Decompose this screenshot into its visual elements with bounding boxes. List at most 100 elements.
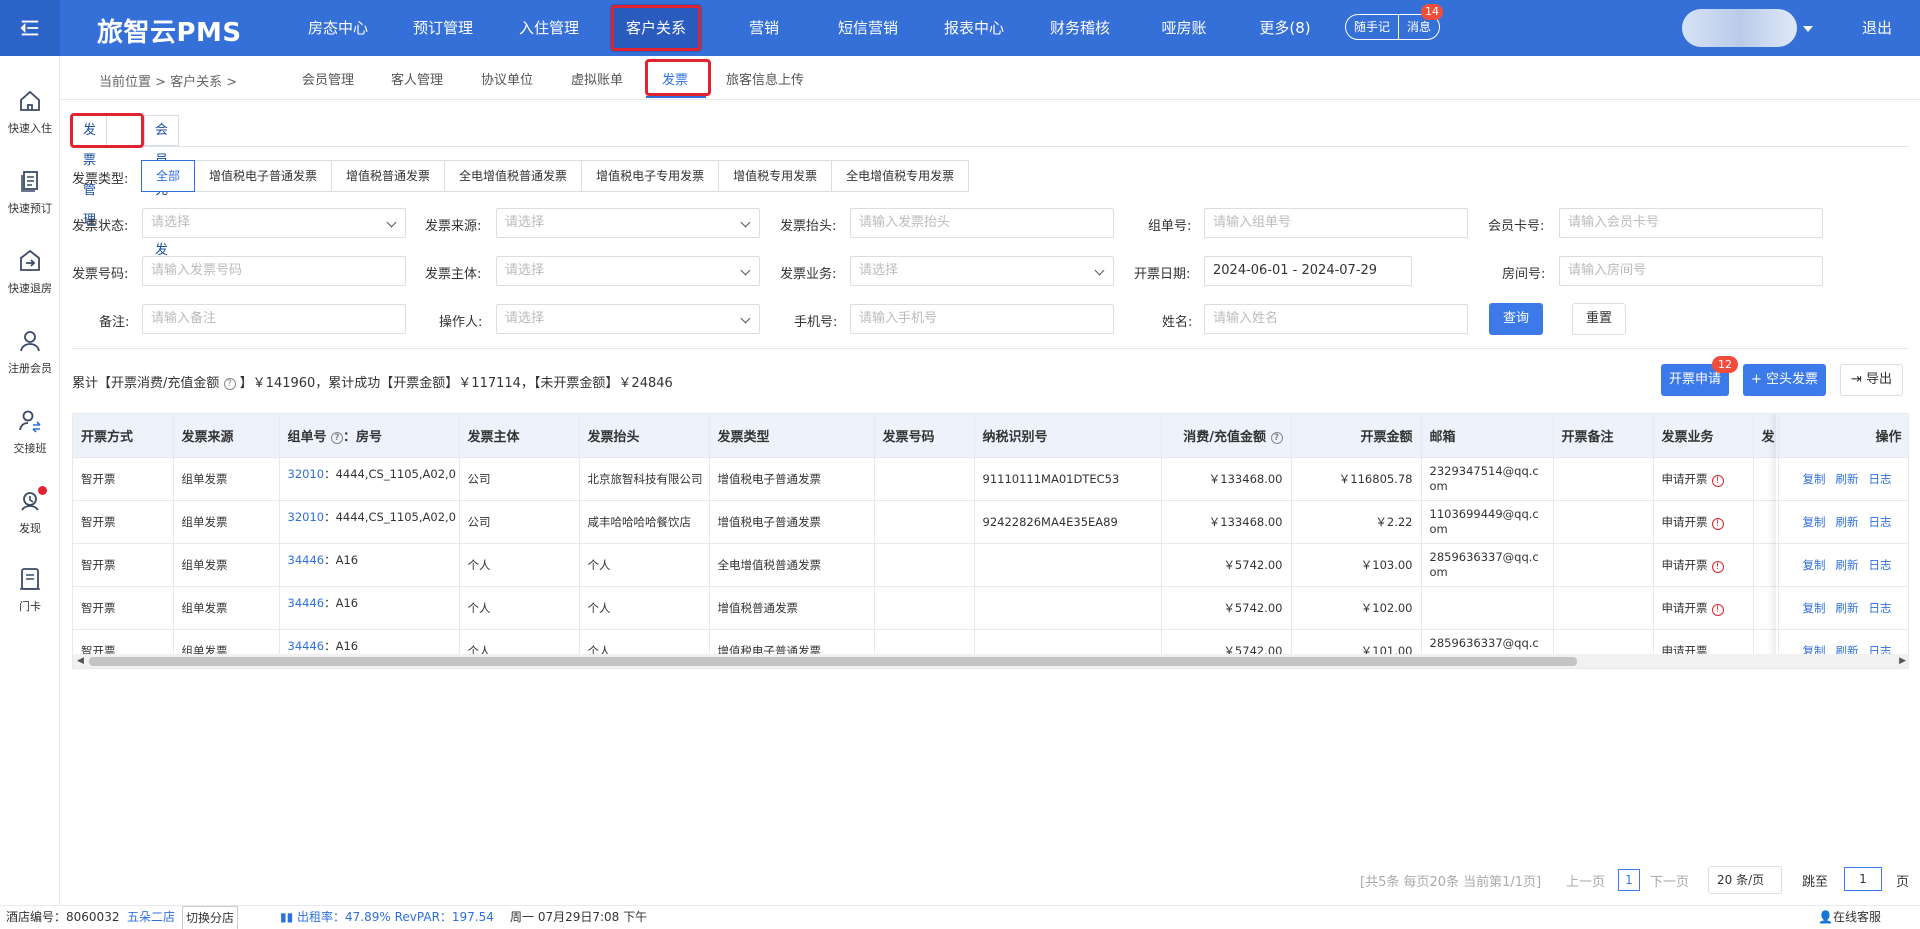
refresh-link[interactable]: 刷新 xyxy=(1836,558,1859,572)
scroll-thumb[interactable] xyxy=(89,657,1577,666)
blank-invoice-button[interactable]: + 空头发票 xyxy=(1743,364,1827,396)
nav-room-status[interactable]: 房态中心 xyxy=(300,0,376,56)
subnav-virtual-bills[interactable]: 虚拟账单 xyxy=(571,69,623,88)
tab-member-recharge-invoice[interactable]: 会员充值发票 xyxy=(144,115,180,288)
subnav-guest-info-upload[interactable]: 旅客信息上传 xyxy=(726,69,804,88)
status-select[interactable]: 请选择 xyxy=(142,208,406,238)
logout-button[interactable]: 退出 xyxy=(1862,0,1892,56)
table-row[interactable]: 智开票 组单发票 34446：A16 个人 个人 增值税普通发票 ￥5742.00 ￥102.… xyxy=(73,585,1908,629)
group-input[interactable]: 请输入组单号 xyxy=(1204,208,1468,238)
refresh-link[interactable]: 刷新 xyxy=(1836,515,1859,529)
export-button[interactable]: ⇥ 导出 xyxy=(1840,364,1904,396)
invoice-type-full-e-special[interactable]: 全电增值税专用发票 xyxy=(831,160,970,192)
nav-more[interactable]: 更多(8) xyxy=(1250,0,1320,56)
copy-link[interactable]: 复制 xyxy=(1803,515,1826,529)
occupancy-stats: ▮▮ 出租率：47.89% RevPAR：197.54 xyxy=(280,910,494,924)
room-input[interactable]: 请输入房间号 xyxy=(1559,256,1823,286)
source-select[interactable]: 请选择 xyxy=(496,208,760,238)
header-input[interactable]: 请输入发票抬头 xyxy=(850,208,1114,238)
page-number-current[interactable]: 1 xyxy=(1618,869,1640,891)
warning-icon[interactable]: ! xyxy=(1711,517,1724,530)
sidebar-item-quick-booking[interactable]: 快速预订 xyxy=(0,168,60,216)
nav-checkin[interactable]: 入住管理 xyxy=(511,0,587,56)
sidebar-item-quick-checkout[interactable]: 快速退房 xyxy=(0,248,60,296)
col-header-amount: 开票金额 xyxy=(1291,414,1422,457)
nav-customer-relations[interactable]: 客户关系 xyxy=(610,4,702,52)
scroll-left-icon[interactable]: ◀ xyxy=(77,656,84,666)
copy-link[interactable]: 复制 xyxy=(1803,558,1826,572)
next-page-button[interactable]: 下一页 xyxy=(1650,871,1689,890)
cell-truncated xyxy=(1753,499,1779,543)
refresh-link[interactable]: 刷新 xyxy=(1836,601,1859,615)
home-icon xyxy=(20,90,40,111)
log-link[interactable]: 日志 xyxy=(1869,472,1892,486)
card-input[interactable]: 请输入会员卡号 xyxy=(1559,208,1823,238)
subnav-member-management[interactable]: 会员管理 xyxy=(302,69,354,88)
col-header-consume: 消费/充值金额 ? xyxy=(1161,414,1292,457)
invoice-type-all[interactable]: 全部 xyxy=(141,160,196,192)
menu-toggle-button[interactable] xyxy=(0,0,60,56)
user-dropdown-icon[interactable] xyxy=(1803,26,1813,32)
log-link[interactable]: 日志 xyxy=(1869,558,1892,572)
copy-link[interactable]: 复制 xyxy=(1803,601,1826,615)
refresh-link[interactable]: 刷新 xyxy=(1836,472,1859,486)
user-avatar[interactable] xyxy=(1682,9,1797,47)
invoice-type-full-e-normal[interactable]: 全电增值税普通发票 xyxy=(444,160,583,192)
warning-icon[interactable]: ! xyxy=(1711,560,1724,573)
nav-marketing[interactable]: 营销 xyxy=(744,0,784,56)
store-name[interactable]: 五朵二店 xyxy=(127,906,175,929)
nav-dummy-account[interactable]: 哑房账 xyxy=(1154,0,1214,56)
help-icon[interactable]: ? xyxy=(1270,431,1283,444)
group-link[interactable]: 34446 xyxy=(288,639,325,653)
help-icon[interactable]: ? xyxy=(223,378,236,390)
warning-icon[interactable]: ! xyxy=(1711,603,1724,616)
reset-button[interactable]: 重置 xyxy=(1572,303,1627,335)
date-range-input[interactable]: 2024-06-01 - 2024-07-29 xyxy=(1204,256,1412,286)
sidebar-item-quick-checkin[interactable]: 快速入住 xyxy=(0,88,60,136)
group-link[interactable]: 34446 xyxy=(288,596,325,610)
memo-button[interactable]: 随手记 xyxy=(1346,15,1398,39)
operator-select[interactable]: 请选择 xyxy=(496,304,760,334)
nav-sms-marketing[interactable]: 短信营销 xyxy=(830,0,906,56)
horizontal-scrollbar[interactable]: ◀ ▶ xyxy=(73,654,1908,668)
cell-consume: ￥5742.00 xyxy=(1161,542,1292,586)
invoice-type-vat-e-normal[interactable]: 增值税电子普通发票 xyxy=(194,160,333,192)
subject-select[interactable]: 请选择 xyxy=(496,256,760,286)
online-support[interactable]: 👤在线客服 xyxy=(1818,906,1881,929)
name-input[interactable]: 请输入姓名 xyxy=(1204,304,1468,334)
sidebar-item-shift-handover[interactable]: 交接班 xyxy=(0,408,60,456)
switch-store-button[interactable]: 切换分店 xyxy=(182,906,239,929)
business-select[interactable]: 请选择 xyxy=(850,256,1114,286)
subnav-agreement-units[interactable]: 协议单位 xyxy=(481,69,533,88)
table-row[interactable]: 智开票 组单发票 34446：A16 个人 个人 全电增值税普通发票 ￥5742.00 ￥10… xyxy=(73,542,1908,586)
prev-page-button[interactable]: 上一页 xyxy=(1566,871,1605,890)
subnav-guest-management[interactable]: 客人管理 xyxy=(391,69,443,88)
remark-input[interactable]: 请输入备注 xyxy=(142,304,406,334)
room-text: ：A16 xyxy=(324,638,359,653)
number-input[interactable]: 请输入发票号码 xyxy=(142,256,406,286)
table-row[interactable]: 智开票 组单发票 32010：4444,CS_1105,A02,0 公司 北京旅智科技有… xyxy=(73,456,1908,500)
nav-reports[interactable]: 报表中心 xyxy=(936,0,1012,56)
group-link[interactable]: 32010 xyxy=(288,467,325,481)
copy-link[interactable]: 复制 xyxy=(1803,472,1826,486)
table-row[interactable]: 智开票 组单发票 32010：4444,CS_1105,A02,0 公司 咸丰哈哈哈哈餐… xyxy=(73,499,1908,543)
invoice-type-vat-special[interactable]: 增值税专用发票 xyxy=(718,160,833,192)
page-size-select[interactable]: 20 条/页 xyxy=(1708,866,1782,894)
phone-input[interactable]: 请输入手机号 xyxy=(850,304,1114,334)
query-button[interactable]: 查询 xyxy=(1489,303,1544,335)
sidebar-item-discover[interactable]: 发现 xyxy=(0,486,60,536)
sidebar-item-register-member[interactable]: 注册会员 xyxy=(0,328,60,376)
group-link[interactable]: 34446 xyxy=(288,553,325,567)
scroll-right-icon[interactable]: ▶ xyxy=(1899,656,1906,666)
jump-page-input[interactable]: 1 xyxy=(1844,867,1882,891)
nav-reservation[interactable]: 预订管理 xyxy=(405,0,481,56)
warning-icon[interactable]: ! xyxy=(1711,474,1724,487)
help-icon[interactable]: ? xyxy=(331,431,344,444)
invoice-type-vat-e-special[interactable]: 增值税电子专用发票 xyxy=(581,160,720,192)
nav-finance-audit[interactable]: 财务稽核 xyxy=(1042,0,1118,56)
sidebar-item-door-card[interactable]: 门卡 xyxy=(0,566,60,614)
log-link[interactable]: 日志 xyxy=(1869,515,1892,529)
group-link[interactable]: 32010 xyxy=(288,510,325,524)
invoice-type-vat-normal[interactable]: 增值税普通发票 xyxy=(331,160,446,192)
log-link[interactable]: 日志 xyxy=(1869,601,1892,615)
